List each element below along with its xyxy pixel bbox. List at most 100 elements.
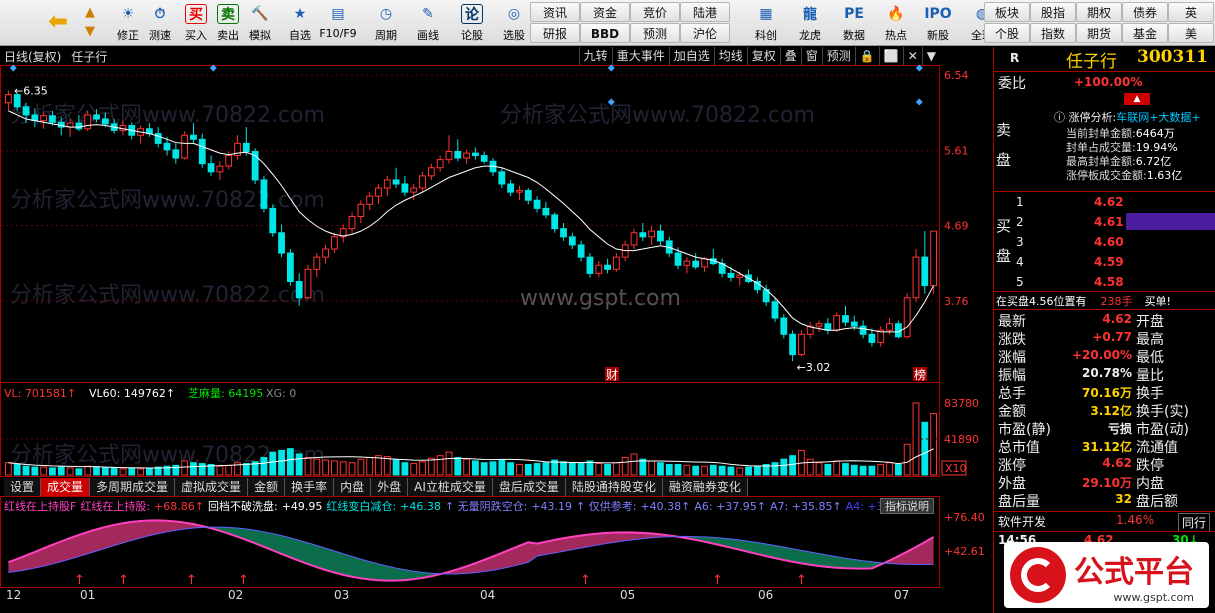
candle-body[interactable] (40, 115, 48, 122)
volume-bar[interactable] (886, 462, 893, 476)
volume-bar[interactable] (463, 458, 471, 476)
volume-bar[interactable] (921, 421, 929, 476)
volume-bar[interactable] (560, 461, 567, 476)
candle-body[interactable] (198, 138, 206, 165)
bid-price[interactable]: 4.62 (1094, 195, 1124, 209)
volume-bar[interactable] (612, 462, 620, 476)
candle-body[interactable] (225, 155, 233, 167)
candle-body[interactable] (886, 323, 893, 331)
candle-body[interactable] (348, 216, 356, 230)
volume-bar[interactable] (683, 464, 691, 476)
candle-body[interactable] (789, 333, 797, 356)
volume-bar[interactable] (128, 467, 136, 476)
volume-bar[interactable] (833, 460, 841, 476)
toolbar-button-dragon-tiger-icon[interactable]: 龍龙虎 (790, 2, 830, 44)
candle-body[interactable] (921, 256, 929, 287)
volume-bar[interactable] (472, 460, 479, 476)
candle-body[interactable] (736, 274, 744, 278)
candle-body[interactable] (912, 256, 920, 299)
candle-body[interactable] (639, 232, 647, 238)
candle-body[interactable] (181, 134, 189, 159)
volume-bar[interactable] (348, 462, 356, 476)
toolbar-grid-button[interactable]: 竞价 (630, 2, 680, 22)
candle-body[interactable] (568, 236, 576, 246)
candle-body[interactable] (701, 258, 708, 268)
volume-bar[interactable] (824, 463, 832, 476)
volume-bar[interactable] (806, 458, 814, 476)
candle-body[interactable] (903, 297, 911, 338)
toolbar-grid-button[interactable]: 美 (1168, 23, 1214, 43)
volume-bar[interactable] (49, 467, 56, 476)
candle-body[interactable] (533, 199, 541, 209)
volume-bar[interactable] (745, 466, 752, 476)
volume-bar[interactable] (815, 462, 823, 476)
volume-bar[interactable] (595, 463, 603, 476)
volume-bar[interactable] (718, 465, 726, 476)
volume-bar[interactable] (445, 451, 453, 476)
volume-bar[interactable] (22, 465, 30, 476)
indicator-help-button[interactable]: 指标说明 (880, 498, 934, 514)
volume-bar[interactable] (383, 456, 391, 476)
toolbar-grid-button[interactable]: BBD (580, 23, 630, 43)
volume-bar[interactable] (84, 465, 92, 476)
volume-bar[interactable] (392, 459, 400, 476)
volume-bar[interactable] (516, 463, 523, 476)
candle-body[interactable] (824, 323, 832, 331)
volume-bar[interactable] (286, 448, 294, 476)
candle-body[interactable] (5, 94, 12, 104)
volume-bar[interactable] (903, 443, 911, 476)
candle-body[interactable] (542, 207, 550, 216)
volume-bar[interactable] (313, 458, 321, 476)
candle-body[interactable] (401, 183, 409, 193)
candle-body[interactable] (480, 155, 488, 162)
toolbar-button-select-stock-icon[interactable]: ◎ 选股 (494, 2, 534, 44)
candle-body[interactable] (674, 252, 682, 266)
volume-bar[interactable] (66, 467, 74, 476)
volume-bar[interactable] (225, 464, 233, 476)
volume-bar[interactable] (304, 456, 312, 476)
volume-bar[interactable] (216, 465, 224, 476)
volume-bar[interactable] (454, 456, 462, 476)
toolbar-button-hot-icon[interactable]: 🔥 热点 (876, 2, 916, 44)
toolbar-grid-button[interactable]: 债券 (1122, 2, 1168, 22)
volume-bar[interactable] (507, 462, 515, 476)
event-marker-icon[interactable] (915, 98, 923, 106)
candle-body[interactable] (269, 207, 277, 234)
candle-body[interactable] (313, 256, 321, 270)
volume-bar[interactable] (57, 466, 65, 476)
volume-bar[interactable] (339, 461, 347, 476)
volume-bar[interactable] (366, 456, 374, 476)
volume-bar[interactable] (894, 463, 902, 476)
financial-report-badge[interactable]: 财 (605, 367, 619, 382)
volume-bar[interactable] (657, 462, 664, 476)
volume-bar[interactable] (110, 467, 118, 476)
bid-price[interactable]: 4.60 (1094, 235, 1124, 249)
candle-body[interactable] (331, 236, 338, 250)
candle-body[interactable] (357, 203, 365, 217)
volume-bar[interactable] (630, 453, 638, 476)
candle-body[interactable] (780, 317, 788, 335)
toolbar-grid-button[interactable]: 股指 (1030, 2, 1076, 22)
candle-body[interactable] (815, 323, 823, 327)
volume-tab[interactable]: 设置 (4, 478, 42, 496)
volume-bar[interactable] (5, 462, 12, 476)
candle-body[interactable] (648, 230, 656, 238)
volume-bar[interactable] (665, 463, 673, 476)
volume-tab[interactable]: 金额 (248, 478, 286, 496)
candle-body[interactable] (172, 149, 180, 159)
volume-bar[interactable] (419, 461, 426, 476)
volume-bar[interactable] (181, 460, 189, 476)
toolbar-button-back-arrow-icon[interactable]: ⬅ (40, 2, 76, 44)
volume-tab[interactable]: 成交量 (41, 478, 91, 496)
volume-bar[interactable] (198, 463, 206, 476)
volume-tab[interactable]: 盘后成交量 (492, 478, 566, 496)
volume-bar[interactable] (648, 460, 656, 476)
candle-body[interactable] (630, 232, 638, 246)
toolbar-button-ipo-icon[interactable]: IPO 新股 (918, 2, 958, 44)
volume-bar[interactable] (930, 413, 937, 476)
toolbar-grid-button[interactable]: 陆港 (680, 2, 730, 22)
candle-body[interactable] (771, 301, 779, 319)
volume-bar[interactable] (621, 456, 629, 476)
candle-body[interactable] (604, 264, 611, 270)
toolbar-button-star-market-icon[interactable]: ▦ 科创 (746, 2, 786, 44)
